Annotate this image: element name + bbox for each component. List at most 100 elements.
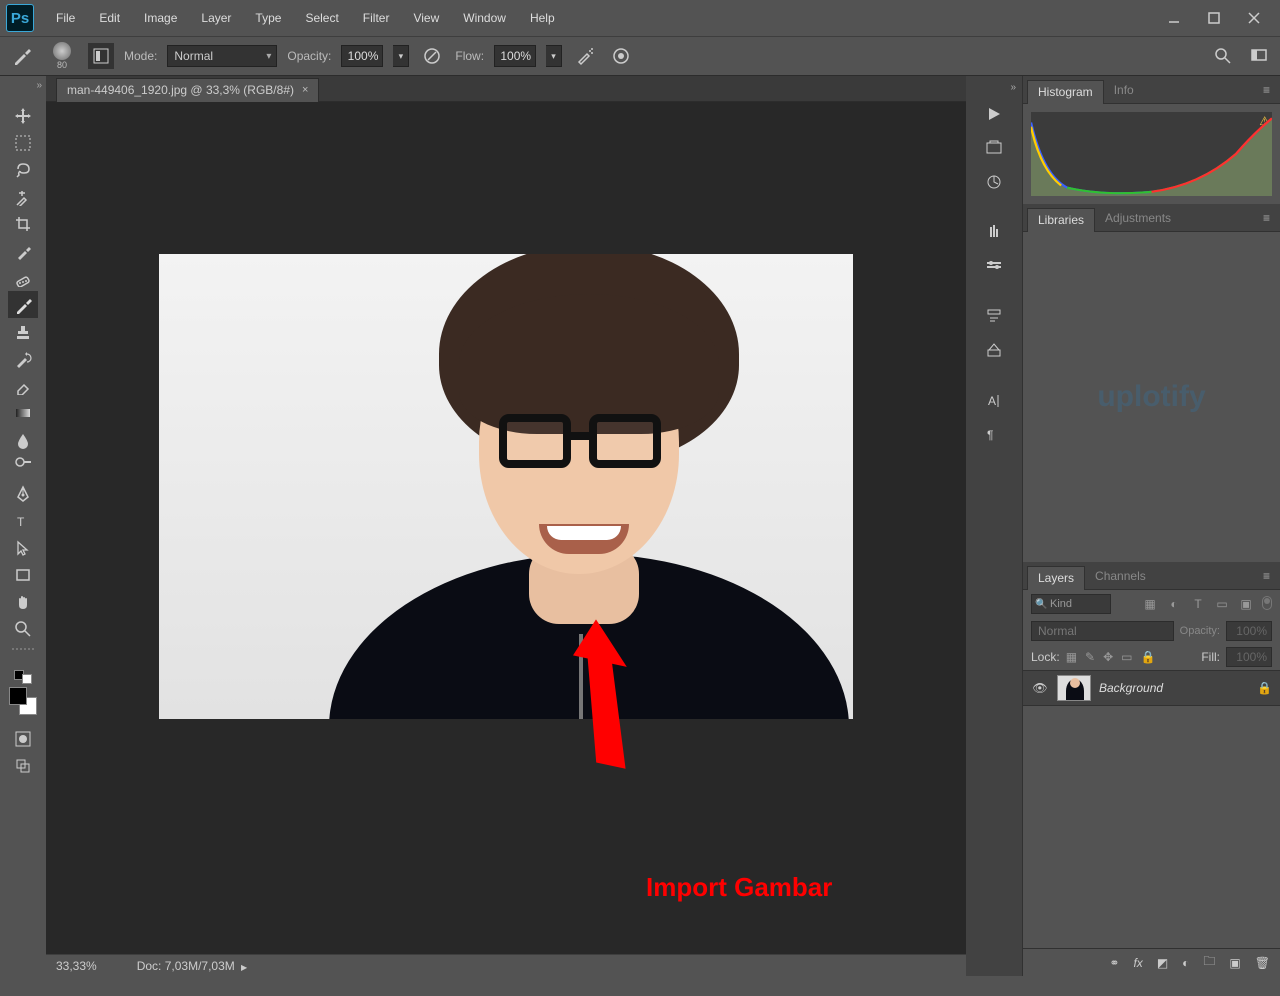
menu-select[interactable]: Select bbox=[293, 11, 350, 25]
flow-dropdown[interactable]: ▾ bbox=[546, 45, 562, 67]
menu-image[interactable]: Image bbox=[132, 11, 189, 25]
path-select-tool[interactable] bbox=[8, 534, 38, 561]
gradient-tool[interactable] bbox=[8, 399, 38, 426]
lock-position-icon[interactable]: ✥ bbox=[1103, 650, 1113, 664]
tab-layers[interactable]: Layers bbox=[1027, 566, 1085, 590]
opacity-pressure-icon[interactable] bbox=[419, 43, 445, 69]
default-colors-icon[interactable] bbox=[14, 670, 32, 684]
eyedropper-tool[interactable] bbox=[8, 237, 38, 264]
presets-icon[interactable] bbox=[979, 167, 1009, 197]
zoom-tool[interactable] bbox=[8, 615, 38, 642]
fg-bg-swatch[interactable] bbox=[9, 687, 37, 715]
lock-artboard-icon[interactable]: ▭ bbox=[1121, 650, 1132, 664]
zoom-value[interactable]: 33,33% bbox=[56, 959, 97, 973]
menu-view[interactable]: View bbox=[401, 11, 451, 25]
hand-tool[interactable] bbox=[8, 588, 38, 615]
paragraph-icon[interactable]: ¶ bbox=[979, 419, 1009, 449]
filter-type-icon[interactable]: T bbox=[1190, 596, 1206, 612]
document-tab[interactable]: man-449406_1920.jpg @ 33,3% (RGB/8#) × bbox=[56, 78, 319, 102]
layer-lock-icon[interactable]: 🔒 bbox=[1257, 681, 1272, 695]
layer-item-background[interactable]: 👁 Background 🔒 bbox=[1023, 670, 1280, 706]
menu-edit[interactable]: Edit bbox=[87, 11, 132, 25]
menu-type[interactable]: Type bbox=[243, 11, 293, 25]
stamp-tool[interactable] bbox=[8, 318, 38, 345]
layer-name[interactable]: Background bbox=[1099, 681, 1163, 695]
lasso-tool[interactable] bbox=[8, 156, 38, 183]
history-icon[interactable] bbox=[979, 133, 1009, 163]
marquee-tool[interactable] bbox=[8, 129, 38, 156]
healing-tool[interactable] bbox=[8, 264, 38, 291]
brush-preview[interactable]: 80 bbox=[46, 42, 78, 70]
size-pressure-icon[interactable] bbox=[608, 43, 634, 69]
new-layer-icon[interactable]: ▣ bbox=[1229, 956, 1240, 970]
adjustment-layer-icon[interactable]: ◐ bbox=[1182, 956, 1189, 970]
filter-toggle-icon[interactable] bbox=[1262, 596, 1272, 610]
tab-channels[interactable]: Channels bbox=[1085, 564, 1156, 588]
opacity-dropdown[interactable]: ▾ bbox=[393, 45, 409, 67]
screenmode-icon[interactable] bbox=[1246, 43, 1272, 69]
history-brush-tool[interactable] bbox=[8, 345, 38, 372]
screenmode-tool[interactable] bbox=[8, 752, 38, 779]
strip-expand-icon[interactable]: » bbox=[1010, 82, 1016, 93]
tab-libraries[interactable]: Libraries bbox=[1027, 208, 1095, 232]
layer-thumb[interactable] bbox=[1057, 675, 1091, 701]
menu-file[interactable]: File bbox=[44, 11, 87, 25]
close-document-icon[interactable]: × bbox=[302, 84, 308, 96]
quick-select-tool[interactable] bbox=[8, 183, 38, 210]
dodge-tool[interactable] bbox=[8, 453, 38, 480]
airbrush-icon[interactable] bbox=[572, 43, 598, 69]
filter-kind-select[interactable]: Kind bbox=[1031, 594, 1111, 614]
layer-visibility-icon[interactable]: 👁 bbox=[1031, 681, 1049, 695]
blur-tool[interactable] bbox=[8, 426, 38, 453]
tab-adjustments[interactable]: Adjustments bbox=[1095, 206, 1181, 230]
delete-layer-icon[interactable]: 🗑 bbox=[1255, 956, 1270, 970]
histogram-menu-icon[interactable]: ≡ bbox=[1257, 83, 1276, 97]
doc-info[interactable]: Doc: 7,03M/7,03M ▶ bbox=[137, 959, 247, 973]
menu-layer[interactable]: Layer bbox=[189, 11, 243, 25]
filter-pixel-icon[interactable]: ▦ bbox=[1142, 596, 1158, 612]
quickmask-tool[interactable] bbox=[8, 725, 38, 752]
canvas-area[interactable]: Import Gambar bbox=[46, 102, 966, 954]
layer-group-icon[interactable]: 🗀 bbox=[1203, 952, 1215, 973]
maximize-button[interactable] bbox=[1194, 6, 1234, 30]
pen-tool[interactable] bbox=[8, 480, 38, 507]
brush-tool[interactable] bbox=[8, 291, 38, 318]
tools-collapse-icon[interactable]: » bbox=[36, 80, 42, 91]
doc-info-dropdown-icon[interactable]: ▶ bbox=[239, 963, 247, 972]
crop-tool[interactable] bbox=[8, 210, 38, 237]
filter-adjust-icon[interactable]: ◐ bbox=[1166, 596, 1182, 612]
opacity-value[interactable]: 100% bbox=[341, 45, 383, 67]
flow-value[interactable]: 100% bbox=[494, 45, 536, 67]
eraser-tool[interactable] bbox=[8, 372, 38, 399]
tab-histogram[interactable]: Histogram bbox=[1027, 80, 1104, 104]
layer-mask-icon[interactable]: ◩ bbox=[1157, 956, 1168, 970]
tab-info[interactable]: Info bbox=[1104, 78, 1144, 102]
mode-select[interactable]: Normal bbox=[167, 45, 277, 67]
layer-opacity-value[interactable]: 100% bbox=[1226, 621, 1272, 641]
shape-tool[interactable] bbox=[8, 561, 38, 588]
brush-panel-toggle[interactable] bbox=[88, 43, 114, 69]
play-actions-icon[interactable] bbox=[979, 99, 1009, 129]
menu-window[interactable]: Window bbox=[451, 11, 518, 25]
filter-shape-icon[interactable]: ▭ bbox=[1214, 596, 1230, 612]
minimize-button[interactable] bbox=[1154, 6, 1194, 30]
brush-tool-icon[interactable] bbox=[8, 42, 36, 70]
swatches-icon[interactable] bbox=[979, 251, 1009, 281]
search-icon[interactable] bbox=[1210, 43, 1236, 69]
libraries-menu-icon[interactable]: ≡ bbox=[1257, 211, 1276, 225]
filter-smart-icon[interactable]: ▣ bbox=[1238, 596, 1254, 612]
blend-mode-select[interactable]: Normal bbox=[1031, 621, 1174, 641]
fill-value[interactable]: 100% bbox=[1226, 647, 1272, 667]
link-layers-icon[interactable]: ⚭ bbox=[1109, 956, 1119, 970]
lock-all-icon[interactable]: 🔒 bbox=[1141, 650, 1156, 664]
brush-settings-icon[interactable] bbox=[979, 217, 1009, 247]
menu-filter[interactable]: Filter bbox=[351, 11, 402, 25]
type-tool[interactable]: T bbox=[8, 507, 38, 534]
lock-transparency-icon[interactable]: ▦ bbox=[1066, 650, 1077, 664]
menu-help[interactable]: Help bbox=[518, 11, 567, 25]
move-tool[interactable] bbox=[8, 102, 38, 129]
layers-menu-icon[interactable]: ≡ bbox=[1257, 569, 1276, 583]
character-icon[interactable]: A bbox=[979, 385, 1009, 415]
glyphs-icon[interactable] bbox=[979, 301, 1009, 331]
close-button[interactable] bbox=[1234, 6, 1274, 30]
